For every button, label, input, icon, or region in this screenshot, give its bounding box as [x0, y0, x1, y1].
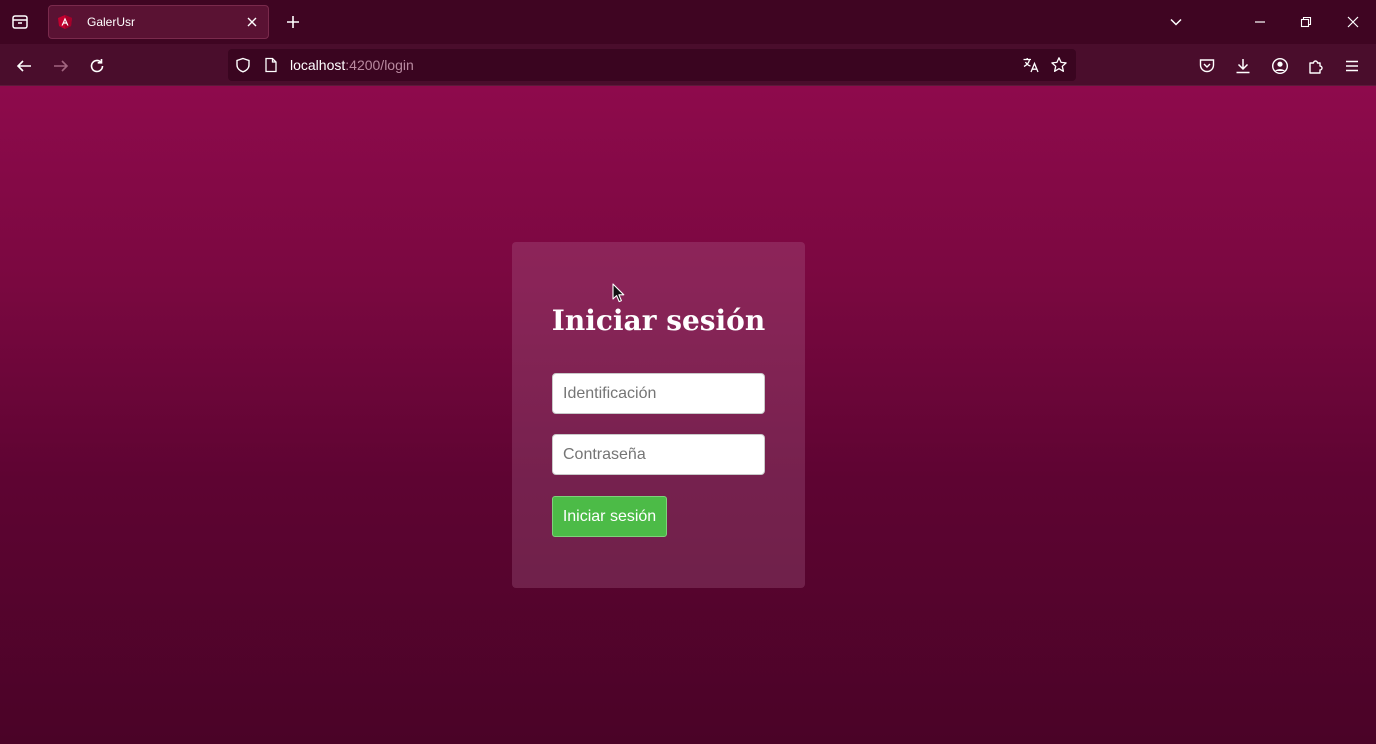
identification-input[interactable] — [552, 373, 765, 414]
restore-icon[interactable] — [1295, 11, 1317, 33]
url-path: :4200/login — [345, 57, 414, 73]
chevron-down-icon[interactable] — [1165, 11, 1187, 33]
close-icon[interactable] — [244, 14, 260, 30]
reload-icon[interactable] — [85, 54, 109, 78]
page-icon[interactable] — [262, 56, 280, 74]
shield-icon[interactable] — [234, 56, 252, 74]
star-icon[interactable] — [1050, 56, 1068, 74]
login-title: Iniciar sesión — [551, 304, 766, 337]
close-window-icon[interactable] — [1342, 11, 1364, 33]
back-arrow-icon[interactable] — [12, 54, 36, 78]
new-tab-icon[interactable] — [282, 11, 304, 33]
account-icon[interactable] — [1268, 54, 1292, 78]
page-viewport: Iniciar sesión Iniciar sesión — [0, 86, 1376, 744]
navigation-toolbar: localhost:4200/login — [0, 44, 1376, 86]
minimize-icon[interactable] — [1249, 11, 1271, 33]
url-bar[interactable]: localhost:4200/login — [228, 49, 1076, 81]
mouse-cursor-icon — [612, 283, 625, 303]
browser-tab[interactable]: GalerUsr — [48, 5, 269, 39]
url-text[interactable]: localhost:4200/login — [290, 57, 414, 73]
download-icon[interactable] — [1231, 54, 1255, 78]
password-input[interactable] — [552, 434, 765, 475]
pocket-icon[interactable] — [1195, 54, 1219, 78]
url-host: localhost — [290, 57, 346, 73]
forward-arrow-icon[interactable] — [49, 54, 73, 78]
tab-strip: GalerUsr — [0, 0, 1376, 44]
translate-icon[interactable] — [1022, 56, 1040, 74]
angular-logo-icon — [57, 14, 73, 30]
login-button[interactable]: Iniciar sesión — [552, 496, 667, 537]
login-card: Iniciar sesión Iniciar sesión — [512, 242, 805, 588]
extensions-icon[interactable] — [1304, 54, 1328, 78]
list-all-tabs-icon[interactable] — [8, 10, 32, 34]
tab-title: GalerUsr — [87, 15, 136, 29]
menu-icon[interactable] — [1340, 54, 1364, 78]
